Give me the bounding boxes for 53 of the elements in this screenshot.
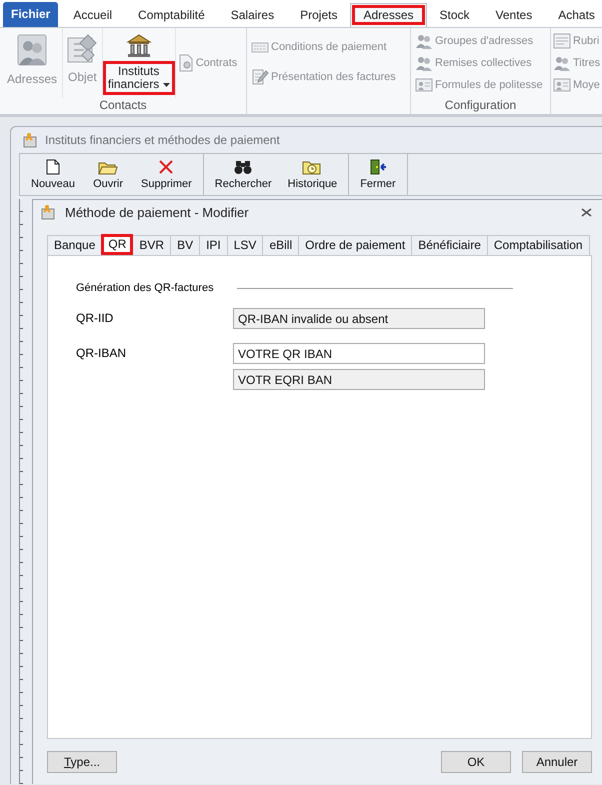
card-icon (415, 77, 433, 93)
ribbon-tab[interactable]: Stock (426, 3, 483, 27)
document-icon (178, 54, 194, 72)
toolbar-button[interactable]: Ouvrir (83, 154, 134, 195)
toolbar-button[interactable]: Fermer (352, 154, 404, 195)
list-icon (553, 33, 571, 49)
field-label: QR-IID (76, 310, 114, 327)
people-icon (16, 33, 48, 67)
group-label: Configuration (444, 98, 518, 114)
grid-icon (66, 33, 98, 65)
ribbon-tab[interactable]: Projets (287, 3, 350, 27)
toolbar-button[interactable]: Rechercher (206, 154, 280, 195)
folder-clock-icon (302, 159, 322, 175)
toolbar-button[interactable]: Nouveau (23, 154, 84, 195)
field-label: QR-IBAN (76, 345, 128, 362)
people-icon (415, 33, 433, 49)
group-label: Contacts (98, 98, 148, 114)
ribbon-tab[interactable]: Accueil (60, 3, 126, 27)
close-icon[interactable] (581, 208, 592, 216)
tab[interactable]: QR (101, 234, 134, 255)
bank-icon (126, 33, 152, 59)
tab[interactable]: Banque (47, 235, 102, 255)
dialog-button[interactable]: Type... (47, 751, 117, 773)
people-icon (415, 55, 433, 71)
cross-icon (158, 159, 174, 175)
dialog-title: Méthode de paiement - Modifier (65, 204, 250, 220)
caret-icon (162, 82, 170, 87)
ribbon-tab[interactable]: Achats (545, 3, 602, 27)
binoculars-icon (234, 159, 252, 175)
file-menu-tab[interactable]: Fichier (3, 2, 58, 27)
dialog-button[interactable]: OK (441, 751, 511, 773)
ribbon-tab[interactable]: Salaires (218, 3, 288, 27)
section-heading: Génération des QR-factures (76, 282, 215, 294)
input-field[interactable]: QR-IBAN invalide ou absent (233, 308, 485, 329)
page-icon (46, 159, 60, 175)
exit-door-icon (368, 159, 387, 175)
window-title: Instituts financiers et méthodes de paiement (45, 133, 280, 147)
ribbon-tab[interactable]: Ventes (482, 3, 546, 27)
input-field[interactable]: VOTR EQRI BAN (233, 369, 485, 390)
keyboard-icon (251, 40, 269, 54)
tab[interactable]: Comptabilisation (486, 235, 590, 255)
document-pen-icon (251, 68, 269, 86)
people-icon (553, 55, 571, 71)
folder-person-icon (41, 204, 57, 220)
ribbon-tab[interactable]: Adresses (350, 3, 426, 27)
ribbon-tab[interactable]: Comptabilité (125, 3, 218, 27)
toolbar-button[interactable]: Historique (280, 154, 346, 195)
dialog-button[interactable]: Annuler (522, 751, 592, 773)
ribbon-button[interactable]: Instituts financiers (104, 63, 173, 93)
toolbar-button[interactable]: Supprimer (133, 154, 200, 195)
folder-person-icon (23, 132, 39, 148)
input-field[interactable]: VOTRE QR IBAN (233, 343, 485, 364)
card-icon (553, 77, 571, 93)
